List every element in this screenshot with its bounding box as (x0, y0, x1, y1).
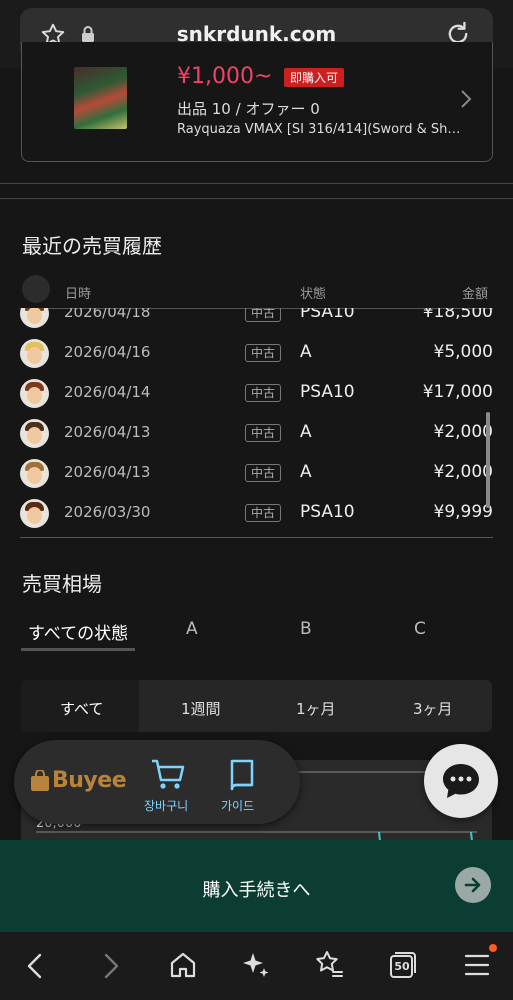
period-all[interactable]: すべて (60, 698, 103, 719)
buyee-logo[interactable]: Buyee (52, 768, 127, 793)
tab-condition-c[interactable]: C (414, 619, 426, 639)
trade-price: ¥17,000 (422, 382, 493, 402)
home-icon[interactable] (168, 950, 198, 980)
chevron-right-icon (461, 90, 472, 108)
period-1week[interactable]: 1週間 (181, 698, 221, 719)
user-avatar (20, 308, 49, 328)
buyee-widget: Buyee 장바구니 가이드 (14, 740, 300, 824)
trade-date: 2026/04/18 (64, 308, 151, 321)
tab-condition-b[interactable]: B (300, 619, 312, 639)
period-3months[interactable]: 3ヶ月 (413, 698, 453, 719)
active-tab-indicator (21, 648, 135, 651)
used-tag: 中古 (245, 464, 282, 482)
used-tag: 中古 (245, 504, 282, 522)
guide-book-icon[interactable] (228, 758, 258, 792)
trade-condition: PSA10 (300, 382, 355, 402)
listing-count: 出品 10 / オファー 0 (177, 100, 320, 118)
table-row: 2026/03/30 中古 PSA10 ¥9,999 (20, 493, 493, 533)
product-card[interactable]: ¥1,000~ 即購入可 出品 10 / オファー 0 Rayquaza VMA… (21, 42, 493, 162)
trade-price: ¥18,500 (422, 308, 493, 322)
history-title: 最近の売買履歴 (22, 234, 162, 258)
table-row: 2026/04/13 中古 A ¥2,000 (20, 413, 493, 453)
trade-price: ¥2,000 (433, 422, 493, 442)
trade-date: 2026/04/14 (64, 383, 151, 401)
purchase-bar[interactable]: 購入手続きへ (0, 840, 513, 932)
tab-count: 50 (394, 960, 410, 973)
back-icon[interactable] (22, 952, 48, 980)
tab-condition-a[interactable]: A (186, 619, 198, 639)
product-image (74, 67, 127, 129)
divider (20, 537, 493, 538)
history-list[interactable]: 2026/04/18 中古 PSA10 ¥18,500 2026/04/16 中… (20, 308, 493, 538)
user-avatar (20, 499, 49, 528)
product-name: Rayquaza VMAX [SI 316/414](Sword & Shie… (177, 122, 462, 137)
menu-icon[interactable] (464, 952, 490, 978)
cart-label[interactable]: 장바구니 (144, 797, 188, 814)
header-date: 日時 (65, 287, 92, 302)
trade-condition: A (300, 422, 312, 442)
table-row: 2026/04/14 中古 PSA10 ¥17,000 (20, 373, 493, 413)
table-row: 2026/04/16 中古 A ¥5,000 (20, 333, 493, 373)
chat-button[interactable] (424, 744, 498, 818)
divider (0, 198, 513, 199)
market-title: 売買相場 (22, 572, 102, 596)
period-1month[interactable]: 1ヶ月 (296, 698, 336, 719)
browser-nav-bar: 50 (0, 932, 513, 1000)
chat-bubble-icon (443, 764, 479, 798)
cart-icon[interactable] (150, 758, 186, 792)
divider (0, 183, 513, 184)
user-avatar (20, 419, 49, 448)
product-price: ¥1,000~ (177, 64, 273, 89)
sparkle-icon[interactable] (241, 949, 271, 981)
trade-condition: A (300, 342, 312, 362)
used-tag: 中古 (245, 384, 282, 402)
table-row: 2026/04/18 中古 PSA10 ¥18,500 (20, 308, 493, 333)
forward-icon[interactable] (98, 952, 124, 980)
header-condition: 状態 (300, 287, 327, 302)
buyee-bag-icon (31, 770, 49, 791)
trade-date: 2026/04/16 (64, 343, 151, 361)
instant-buy-badge: 即購入可 (284, 68, 345, 87)
trade-price: ¥5,000 (433, 342, 493, 362)
trade-price: ¥9,999 (433, 502, 493, 522)
user-avatar (20, 379, 49, 408)
user-avatar (20, 339, 49, 368)
arrow-right-icon (464, 877, 481, 893)
used-tag: 中古 (245, 344, 282, 362)
table-row: 2026/04/13 中古 A ¥2,000 (20, 453, 493, 493)
tab-all-conditions[interactable]: すべての状態 (28, 619, 128, 644)
used-tag: 中古 (245, 308, 282, 322)
header-avatar-placeholder (22, 275, 50, 303)
trade-condition: A (300, 462, 312, 482)
trade-condition: PSA10 (300, 502, 355, 522)
user-avatar (20, 459, 49, 488)
trade-date: 2026/04/13 (64, 423, 151, 441)
header-price: 金額 (462, 287, 489, 302)
trade-price: ¥2,000 (433, 462, 493, 482)
trade-date: 2026/04/13 (64, 463, 151, 481)
notification-dot (489, 944, 497, 952)
history-scrollbar[interactable] (486, 412, 490, 508)
bookmarks-icon[interactable] (313, 949, 345, 981)
used-tag: 中古 (245, 424, 282, 442)
purchase-arrow-button[interactable] (455, 867, 491, 903)
guide-label[interactable]: 가이드 (221, 797, 254, 814)
trade-condition: PSA10 (300, 308, 355, 322)
trade-date: 2026/03/30 (64, 503, 151, 521)
tabs-button[interactable]: 50 (388, 950, 416, 978)
purchase-button-label[interactable]: 購入手続きへ (0, 876, 513, 902)
